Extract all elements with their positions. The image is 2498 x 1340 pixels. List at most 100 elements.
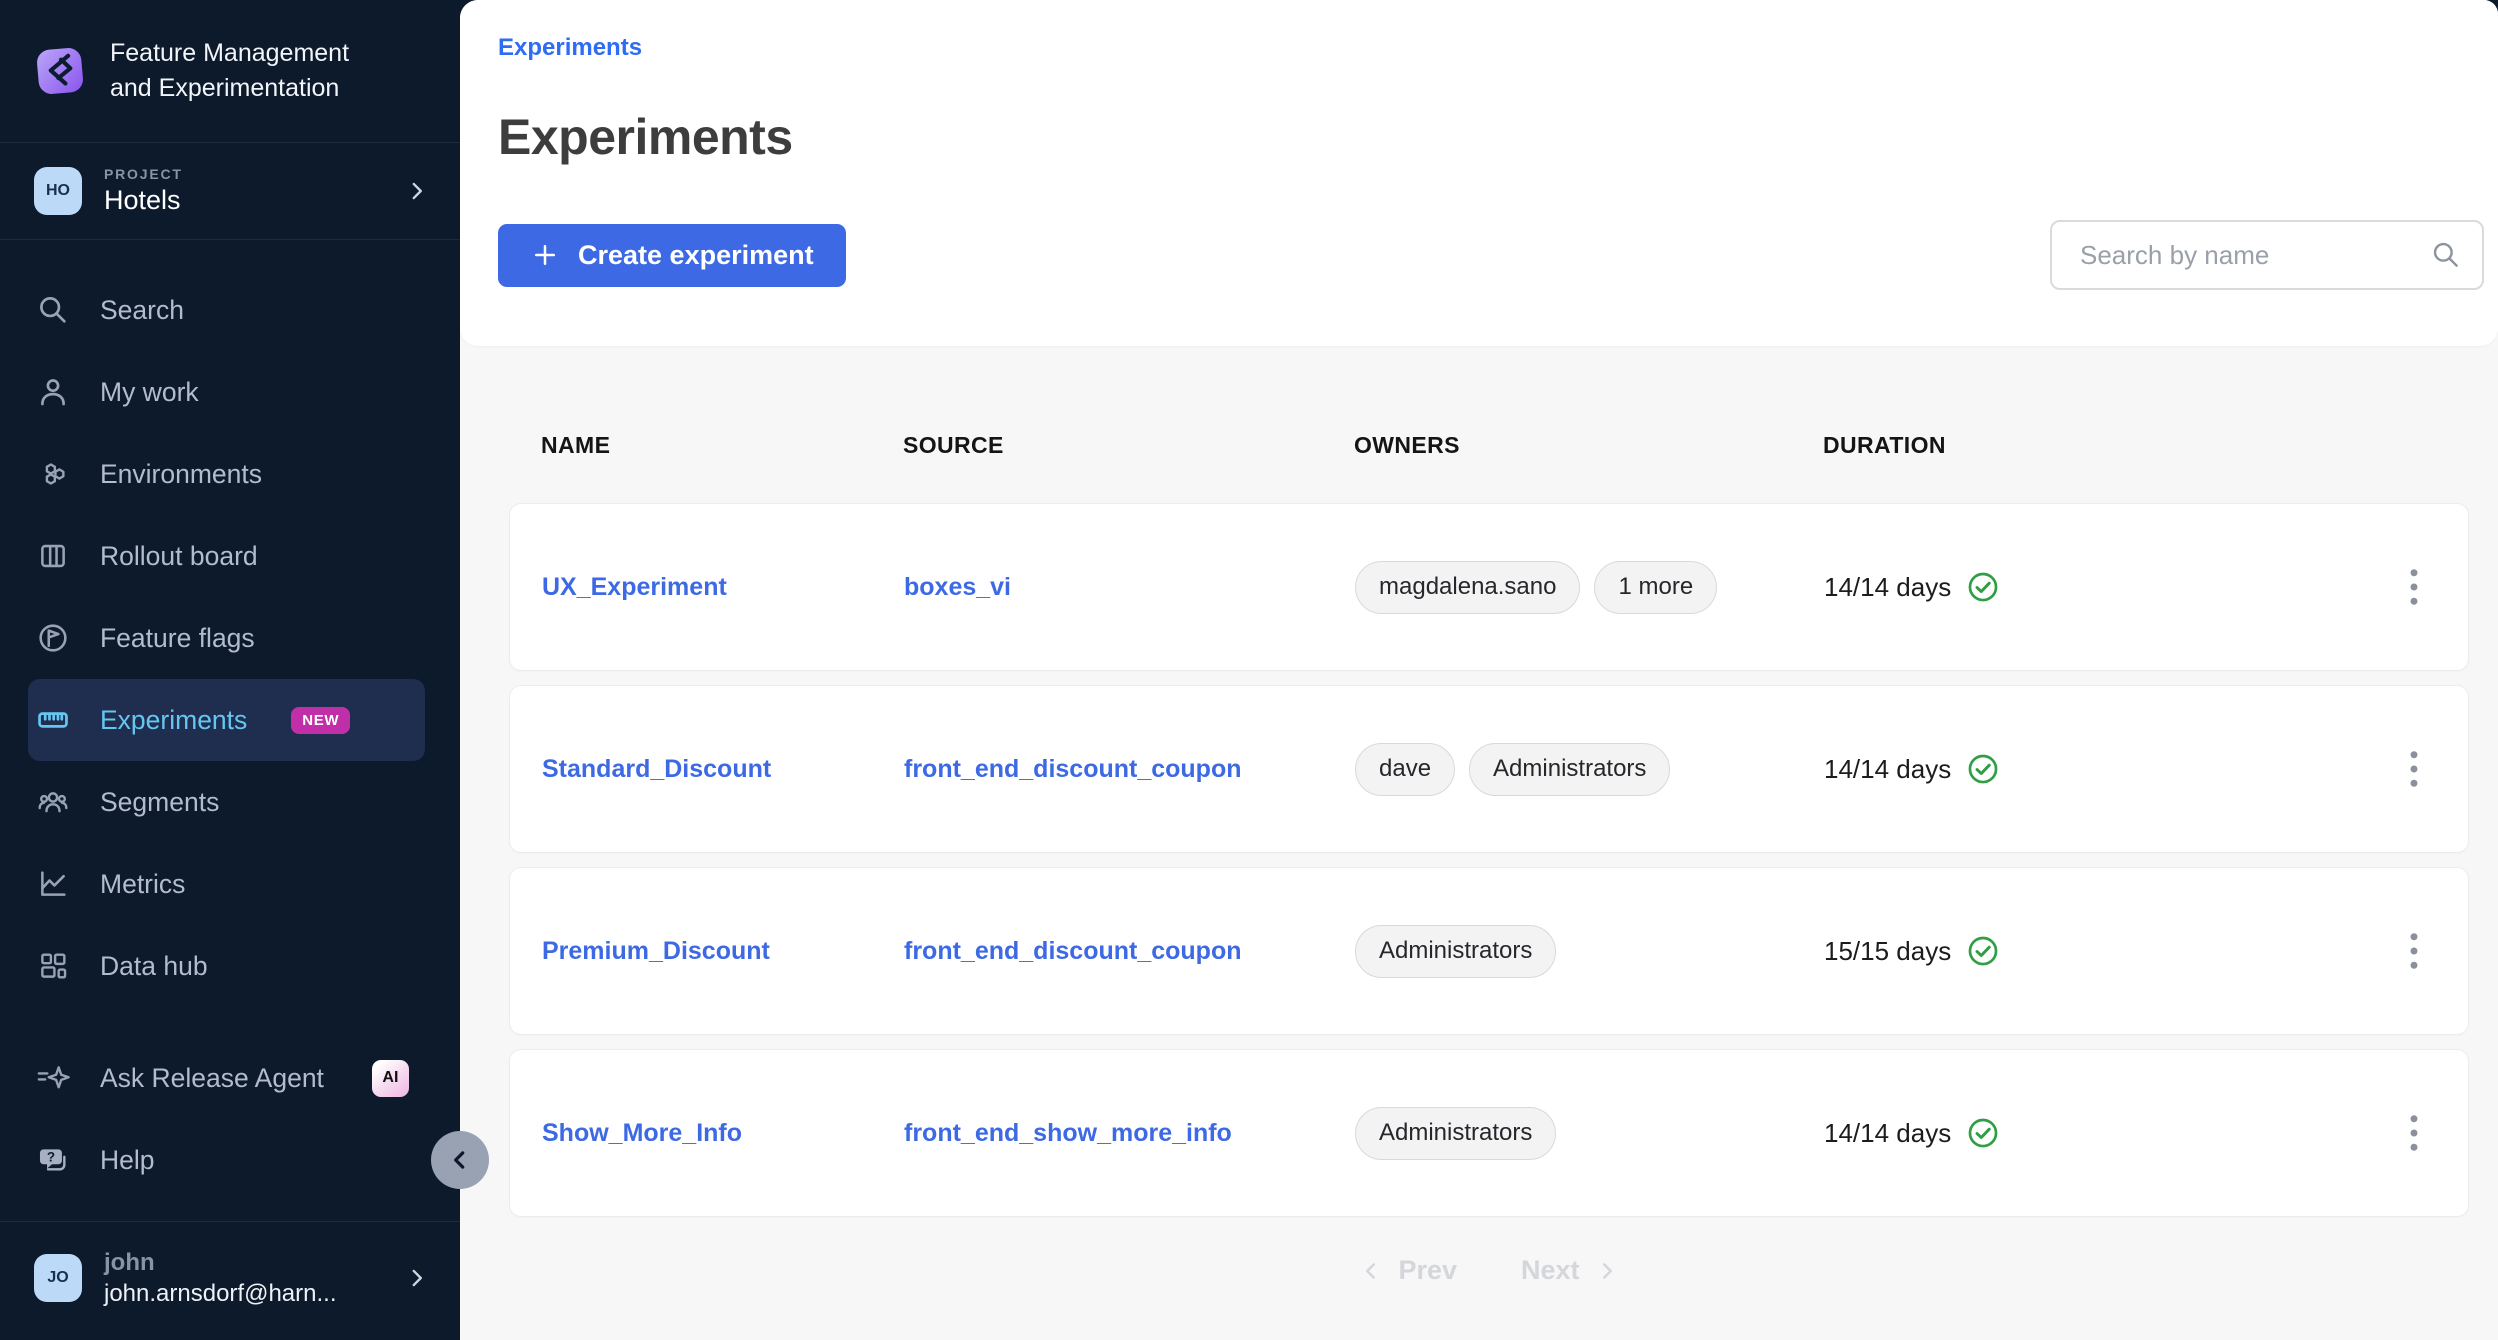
sidebar-item-rollout-board[interactable]: Rollout board <box>28 515 425 597</box>
sidebar-item-label: Feature flags <box>100 623 255 654</box>
sidebar-item-label: Environments <box>100 459 262 490</box>
experiment-name-link[interactable]: Standard_Discount <box>542 755 904 784</box>
row-menu-button[interactable] <box>2392 557 2436 617</box>
owner-more-chip[interactable]: 1 more <box>1594 561 1717 614</box>
experiment-name-link[interactable]: Show_More_Info <box>542 1119 904 1148</box>
sidebar-item-experiments[interactable]: Experiments NEW <box>28 679 425 761</box>
owner-chip[interactable]: dave <box>1355 743 1455 796</box>
owner-chip[interactable]: Administrators <box>1355 925 1556 978</box>
kebab-icon <box>2409 932 2419 970</box>
experiment-source-link[interactable]: boxes_vi <box>904 573 1355 602</box>
owners-cell: dave Administrators <box>1355 743 1824 796</box>
chevron-right-icon <box>1594 1258 1620 1284</box>
search-icon <box>36 293 70 327</box>
new-badge: NEW <box>291 707 350 734</box>
experiment-source-link[interactable]: front_end_discount_coupon <box>904 755 1355 784</box>
prev-label: Prev <box>1398 1255 1457 1286</box>
svg-text:?: ? <box>47 1150 55 1165</box>
sidebar-item-help[interactable]: ? Help <box>28 1119 425 1201</box>
sidebar-item-search[interactable]: Search <box>28 269 425 351</box>
data-hub-icon <box>36 949 70 983</box>
column-header-source: SOURCE <box>903 432 1354 459</box>
search-icon <box>2430 239 2462 271</box>
app-title: Feature Management and Experimentation <box>110 36 349 106</box>
experiment-name-link[interactable]: Premium_Discount <box>542 937 904 966</box>
sidebar-item-label: Ask Release Agent <box>100 1063 324 1094</box>
create-experiment-button[interactable]: Create experiment <box>498 224 846 287</box>
owners-cell: magdalena.sano 1 more <box>1355 561 1824 614</box>
project-name: Hotels <box>104 185 183 216</box>
owner-chip[interactable]: Administrators <box>1469 743 1670 796</box>
sidebar-item-metrics[interactable]: Metrics <box>28 843 425 925</box>
sidebar-item-environments[interactable]: Environments <box>28 433 425 515</box>
duration-cell: 14/14 days <box>1824 570 2392 604</box>
experiment-name-link[interactable]: UX_Experiment <box>542 573 904 602</box>
experiment-source-link[interactable]: front_end_show_more_info <box>904 1119 1355 1148</box>
duration-cell: 14/14 days <box>1824 1116 2392 1150</box>
table-row: Standard_Discount front_end_discount_cou… <box>509 685 2469 853</box>
chevron-left-icon <box>447 1147 473 1173</box>
sidebar-item-ask-release-agent[interactable]: Ask Release Agent AI <box>28 1037 425 1119</box>
check-circle-icon <box>1966 1116 2000 1150</box>
sidebar-item-label: Segments <box>100 787 219 818</box>
kebab-icon <box>2409 568 2419 606</box>
search-input[interactable] <box>2080 240 2418 271</box>
table-row: Show_More_Info front_end_show_more_info … <box>509 1049 2469 1217</box>
project-selector[interactable]: HO PROJECT Hotels <box>0 143 460 240</box>
user-email: john.arnsdorf@harn... <box>104 1280 337 1308</box>
table-row: UX_Experiment boxes_vi magdalena.sano 1 … <box>509 503 2469 671</box>
experiment-source-link[interactable]: front_end_discount_coupon <box>904 937 1355 966</box>
metrics-icon <box>36 867 70 901</box>
sidebar-collapse-button[interactable] <box>431 1131 489 1189</box>
row-menu-button[interactable] <box>2392 1103 2436 1163</box>
pagination: Prev Next <box>509 1255 2469 1286</box>
app-logo-icon <box>34 45 86 97</box>
sidebar-item-segments[interactable]: Segments <box>28 761 425 843</box>
toolbar: Create experiment <box>498 220 2484 346</box>
app-header: Feature Management and Experimentation <box>0 0 460 143</box>
sidebar-item-label: Search <box>100 295 184 326</box>
next-label: Next <box>1521 1255 1580 1286</box>
row-menu-button[interactable] <box>2392 921 2436 981</box>
project-label: PROJECT <box>104 166 183 182</box>
prev-button[interactable]: Prev <box>1358 1255 1457 1286</box>
next-button[interactable]: Next <box>1521 1255 1620 1286</box>
user-avatar: JO <box>34 1254 82 1302</box>
owner-chip[interactable]: Administrators <box>1355 1107 1556 1160</box>
ai-badge: AI <box>372 1060 409 1097</box>
owner-chip[interactable]: magdalena.sano <box>1355 561 1580 614</box>
duration-text: 14/14 days <box>1824 1118 1951 1149</box>
check-circle-icon <box>1966 934 2000 968</box>
user-menu[interactable]: JO john john.arnsdorf@harn... <box>0 1222 460 1340</box>
owners-cell: Administrators <box>1355 1107 1824 1160</box>
sidebar-item-my-work[interactable]: My work <box>28 351 425 433</box>
check-circle-icon <box>1966 752 2000 786</box>
row-menu-button[interactable] <box>2392 739 2436 799</box>
chevron-right-icon <box>404 1265 430 1291</box>
duration-text: 15/15 days <box>1824 936 1951 967</box>
chevron-left-icon <box>1358 1258 1384 1284</box>
sidebar-item-label: My work <box>100 377 199 408</box>
kebab-icon <box>2409 750 2419 788</box>
sidebar-item-label: Experiments <box>100 705 247 736</box>
check-circle-icon <box>1966 570 2000 604</box>
sidebar-item-feature-flags[interactable]: Feature flags <box>28 597 425 679</box>
duration-text: 14/14 days <box>1824 754 1951 785</box>
plus-icon <box>530 240 560 270</box>
duration-text: 14/14 days <box>1824 572 1951 603</box>
project-avatar: HO <box>34 167 82 215</box>
column-header-owners: OWNERS <box>1354 432 1823 459</box>
sidebar-item-label: Rollout board <box>100 541 258 572</box>
sidebar-footer: Ask Release Agent AI ? Help <box>0 1037 460 1201</box>
table-row: Premium_Discount front_end_discount_coup… <box>509 867 2469 1035</box>
search-box <box>2050 220 2484 290</box>
rollout-board-icon <box>36 539 70 573</box>
breadcrumb[interactable]: Experiments <box>498 34 642 62</box>
table-header: NAME SOURCE OWNERS DURATION <box>509 432 2469 459</box>
help-chat-icon: ? <box>36 1143 70 1177</box>
user-name: john <box>104 1249 337 1277</box>
segments-icon <box>36 785 70 819</box>
experiments-list: NAME SOURCE OWNERS DURATION UX_Experimen… <box>460 346 2498 1340</box>
owners-cell: Administrators <box>1355 925 1824 978</box>
sidebar-item-data-hub[interactable]: Data hub <box>28 925 425 1007</box>
